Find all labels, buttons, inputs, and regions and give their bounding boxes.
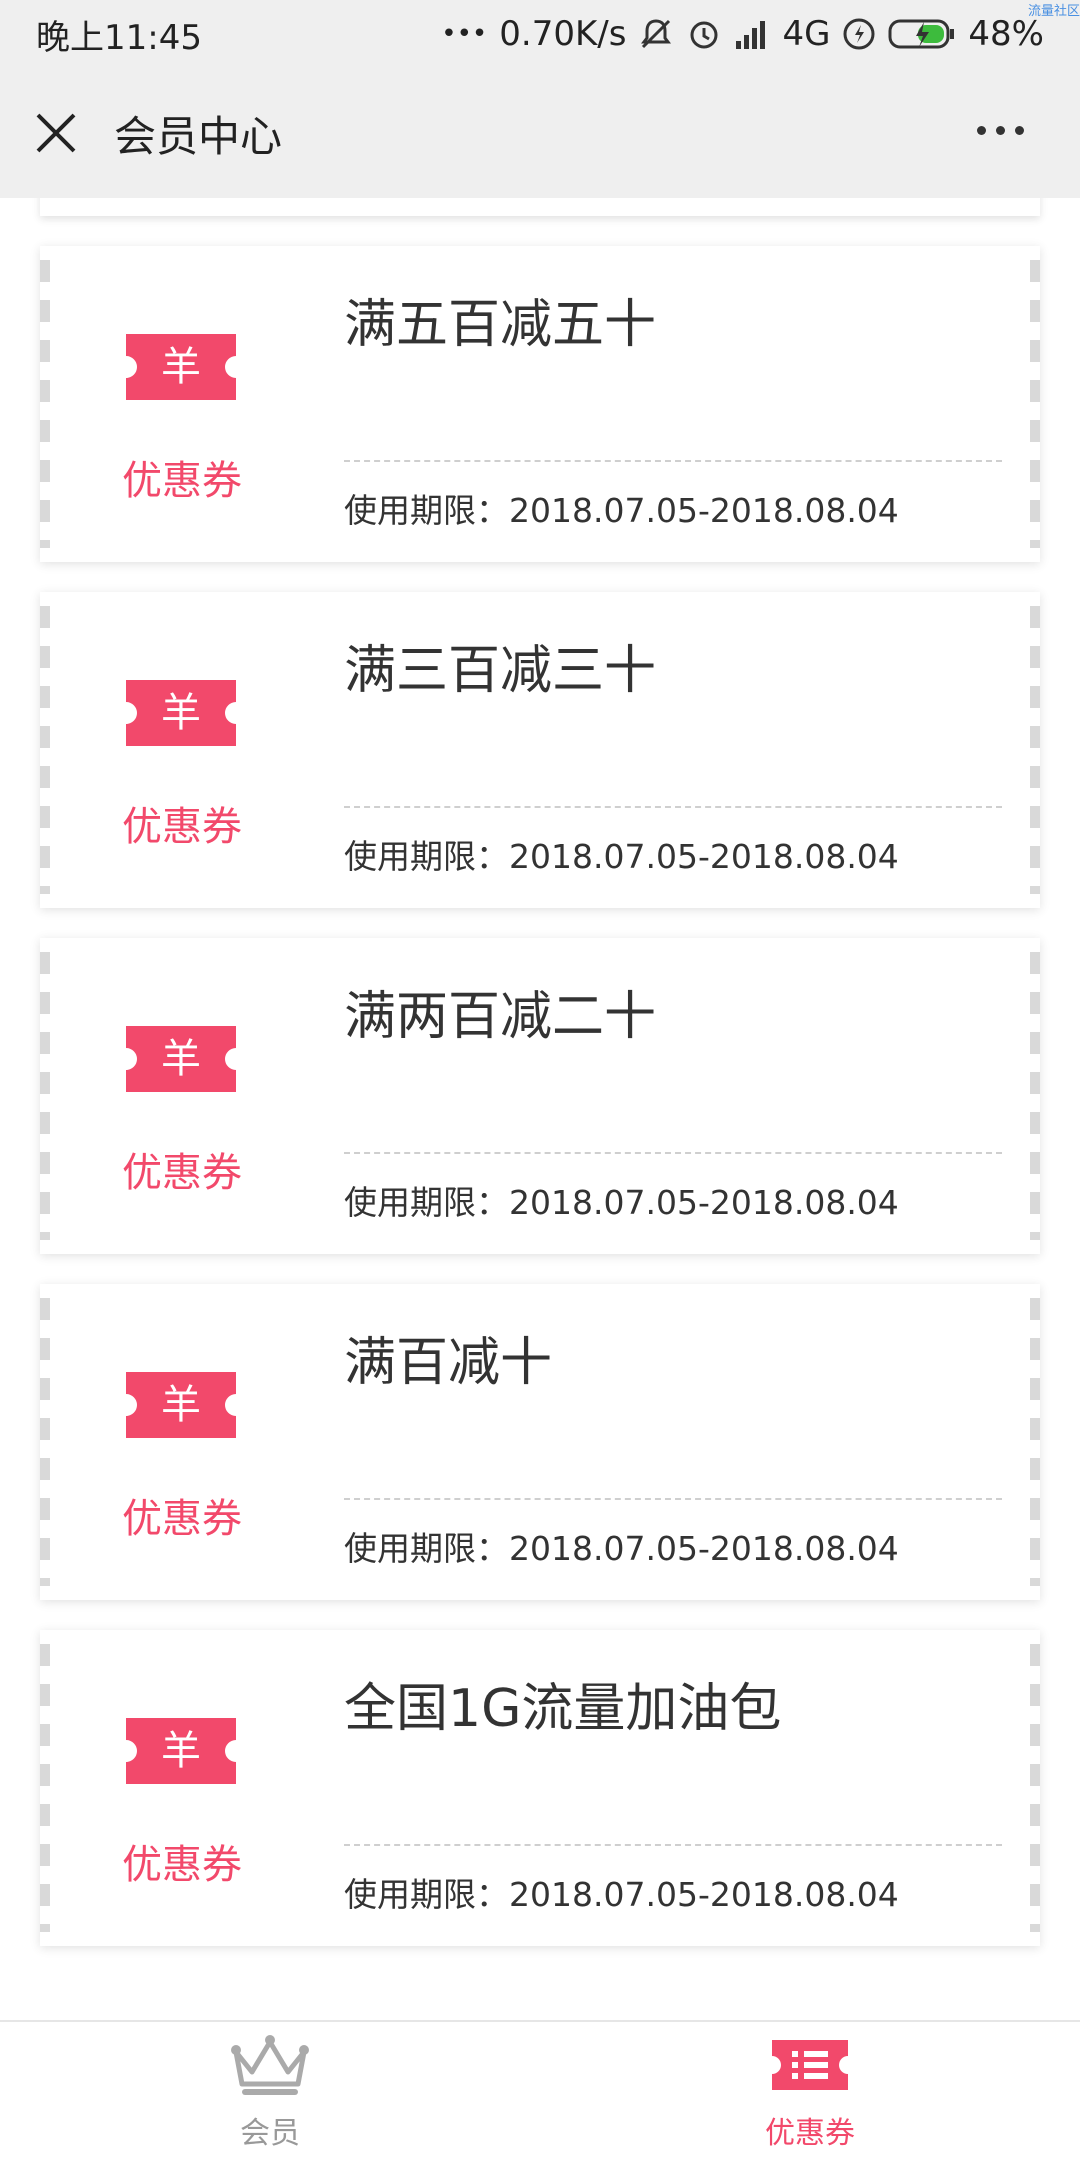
coupon-validity: 使用期限：2018.07.05-2018.08.04 [344,1875,899,1914]
coupon-title: 满两百减二十 [344,987,657,1047]
coupon-title: 满五百减五十 [344,295,657,355]
coupon-type-label: 优惠券 [122,458,242,504]
watermark: 流量社区 [1027,4,1080,19]
coupon-card[interactable]: 羊 优惠券 满百减十 使用期限：2018.07.05-2018.08.04 [40,1284,1040,1600]
status-time: 晚上11:45 [36,17,202,58]
coupon-type-label: 优惠券 [122,804,242,850]
coupon-title: 满三百减三十 [344,641,657,701]
divider [344,806,1002,808]
mute-icon [638,16,674,52]
power-save-icon [842,17,876,51]
svg-text:羊: 羊 [161,1036,201,1082]
tab-label-coupon: 优惠券 [765,2116,855,2151]
divider [344,460,1002,462]
coupon-list[interactable]: 羊 优惠券 满五百减五十 使用期限：2018.07.05-2018.08.04 … [0,198,1080,2020]
ticket-icon: 羊 [126,1372,236,1438]
coupon-title: 满百减十 [344,1333,553,1393]
status-bar: 晚上11:45 ••• 0.70K/s 4G 48% 流量社区 [0,0,1080,68]
signal-icon [734,19,770,49]
crown-icon [228,2032,312,2100]
page-title: 会员中心 [114,111,283,161]
alarm-icon [686,16,722,52]
network-type: 4G [782,14,831,54]
coupon-validity: 使用期限：2018.07.05-2018.08.04 [344,491,899,530]
tab-member[interactable]: 会员 [0,2022,540,2160]
coupon-card[interactable]: 羊 优惠券 满三百减三十 使用期限：2018.07.05-2018.08.04 [40,592,1040,908]
coupon-type-label: 优惠券 [122,1150,242,1196]
tab-bar: 会员 优惠券 [0,2020,1080,2160]
ticket-icon: 羊 [126,680,236,746]
ticket-icon: 羊 [126,1026,236,1092]
coupon-type-label: 优惠券 [122,1842,242,1888]
more-icon[interactable] [977,126,1024,135]
coupon-validity: 使用期限：2018.07.05-2018.08.04 [344,837,899,876]
battery-level: 48% [968,14,1044,54]
coupon-card-partial [40,198,1040,216]
coupon-card[interactable]: 羊 优惠券 满五百减五十 使用期限：2018.07.05-2018.08.04 [40,246,1040,562]
svg-text:羊: 羊 [161,690,201,736]
divider [344,1844,1002,1846]
tab-label-member: 会员 [240,2116,300,2151]
coupon-validity: 使用期限：2018.07.05-2018.08.04 [344,1529,899,1568]
svg-text:羊: 羊 [161,344,201,390]
coupon-title: 全国1G流量加油包 [344,1679,782,1739]
ticket-icon: 羊 [126,334,236,400]
coupon-card[interactable]: 羊 优惠券 全国1G流量加油包 使用期限：2018.07.05-2018.08.… [40,1630,1040,1946]
svg-text:羊: 羊 [161,1728,201,1774]
divider [344,1498,1002,1500]
close-icon[interactable] [34,111,78,155]
coupon-card[interactable]: 羊 优惠券 满两百减二十 使用期限：2018.07.05-2018.08.04 [40,938,1040,1254]
divider [344,1152,1002,1154]
coupon-type-label: 优惠券 [122,1496,242,1542]
tab-coupon[interactable]: 优惠券 [540,2022,1080,2160]
ticket-icon: 羊 [126,1718,236,1784]
more-status-dots: ••• [441,19,488,49]
svg-text:羊: 羊 [161,1382,201,1428]
net-speed: 0.70K/s [499,14,627,54]
coupon-icon [768,2032,852,2100]
header: 会员中心 [0,68,1080,198]
battery-icon [888,18,956,50]
coupon-validity: 使用期限：2018.07.05-2018.08.04 [344,1183,899,1222]
